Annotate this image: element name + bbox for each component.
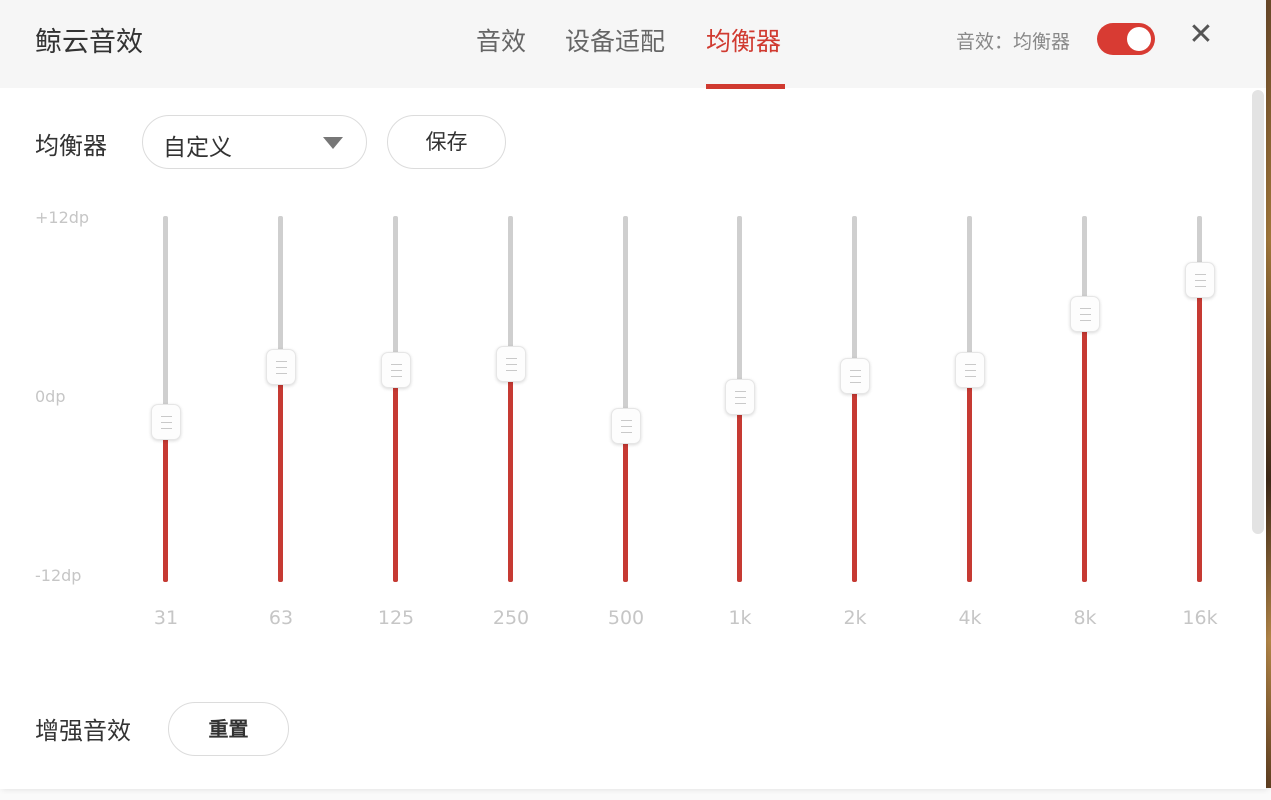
effect-status-label: 音效：均衡器 xyxy=(956,31,1071,53)
eq-band-slider[interactable] xyxy=(710,216,770,582)
sound-effect-dialog: 鲸云音效 音效 设备适配 均衡器 音效：均衡器 ✕ 均衡器 自定义 保存 +12… xyxy=(0,0,1266,789)
player-bar-remnant xyxy=(0,788,1271,800)
eq-band-slider[interactable] xyxy=(481,216,541,582)
eq-band-slider[interactable] xyxy=(596,216,656,582)
scrollbar[interactable] xyxy=(1252,90,1264,534)
eq-band-fill xyxy=(623,426,628,582)
eq-band-thumb[interactable] xyxy=(840,358,870,394)
eq-band-freq-label: 31 xyxy=(153,607,179,629)
eq-band-thumb[interactable] xyxy=(266,349,296,385)
enhance-label: 增强音效 xyxy=(35,717,131,745)
eq-band-slider[interactable] xyxy=(940,216,1000,582)
tab-device-adapt[interactable]: 设备适配 xyxy=(565,22,665,58)
eq-band-freq-label: 4k xyxy=(958,607,982,629)
eq-band-slider[interactable] xyxy=(366,216,426,582)
tab-equalizer[interactable]: 均衡器 xyxy=(706,22,781,58)
save-button[interactable]: 保存 xyxy=(387,115,506,169)
eq-band-thumb[interactable] xyxy=(381,352,411,388)
tab-sound-effect[interactable]: 音效 xyxy=(476,22,526,58)
equalizer-label: 均衡器 xyxy=(35,132,107,160)
eq-band-slider[interactable] xyxy=(136,216,196,582)
eq-band-slider[interactable] xyxy=(1055,216,1115,582)
eq-band-slider[interactable] xyxy=(825,216,885,582)
close-icon[interactable]: ✕ xyxy=(1186,18,1216,52)
db-label-zero: 0dp xyxy=(35,387,66,406)
eq-band-slider[interactable] xyxy=(251,216,311,582)
eq-band-freq-label: 2k xyxy=(843,607,867,629)
eq-band-thumb[interactable] xyxy=(1185,262,1215,298)
eq-band-freq-label: 16k xyxy=(1182,607,1218,629)
eq-band-thumb[interactable] xyxy=(1070,296,1100,332)
preset-value: 自定义 xyxy=(163,135,232,161)
chevron-down-icon xyxy=(323,137,343,149)
eq-band-fill xyxy=(967,370,972,582)
eq-band-fill xyxy=(508,364,513,582)
db-label-min: -12dp xyxy=(35,566,82,585)
eq-band-slider[interactable] xyxy=(1170,216,1230,582)
eq-band-fill xyxy=(163,422,168,582)
eq-band-freq-label: 8k xyxy=(1073,607,1097,629)
eq-band-fill xyxy=(278,367,283,582)
eq-band-freq-label: 500 xyxy=(607,607,645,629)
eq-band-fill xyxy=(1082,314,1087,582)
eq-band-freq-label: 63 xyxy=(268,607,294,629)
eq-band-thumb[interactable] xyxy=(611,408,641,444)
eq-band-thumb[interactable] xyxy=(725,379,755,415)
dialog-header: 鲸云音效 音效 设备适配 均衡器 音效：均衡器 ✕ xyxy=(0,0,1266,89)
toggle-knob xyxy=(1127,27,1151,51)
eq-band-fill xyxy=(1197,280,1202,582)
eq-band-fill xyxy=(393,370,398,582)
eq-band-freq-label: 1k xyxy=(728,607,752,629)
eq-band-freq-label: 250 xyxy=(492,607,530,629)
eq-band-thumb[interactable] xyxy=(955,352,985,388)
eq-band-freq-label: 125 xyxy=(377,607,415,629)
db-label-max: +12dp xyxy=(35,208,90,227)
eq-band-thumb[interactable] xyxy=(151,404,181,440)
reset-button[interactable]: 重置 xyxy=(168,702,289,756)
active-tab-indicator xyxy=(706,84,785,89)
effect-toggle[interactable] xyxy=(1097,23,1155,55)
eq-band-thumb[interactable] xyxy=(496,346,526,382)
eq-band-fill xyxy=(852,376,857,582)
app-title: 鲸云音效 xyxy=(35,27,143,58)
preset-dropdown[interactable]: 自定义 xyxy=(142,115,367,169)
eq-band-fill xyxy=(737,397,742,582)
